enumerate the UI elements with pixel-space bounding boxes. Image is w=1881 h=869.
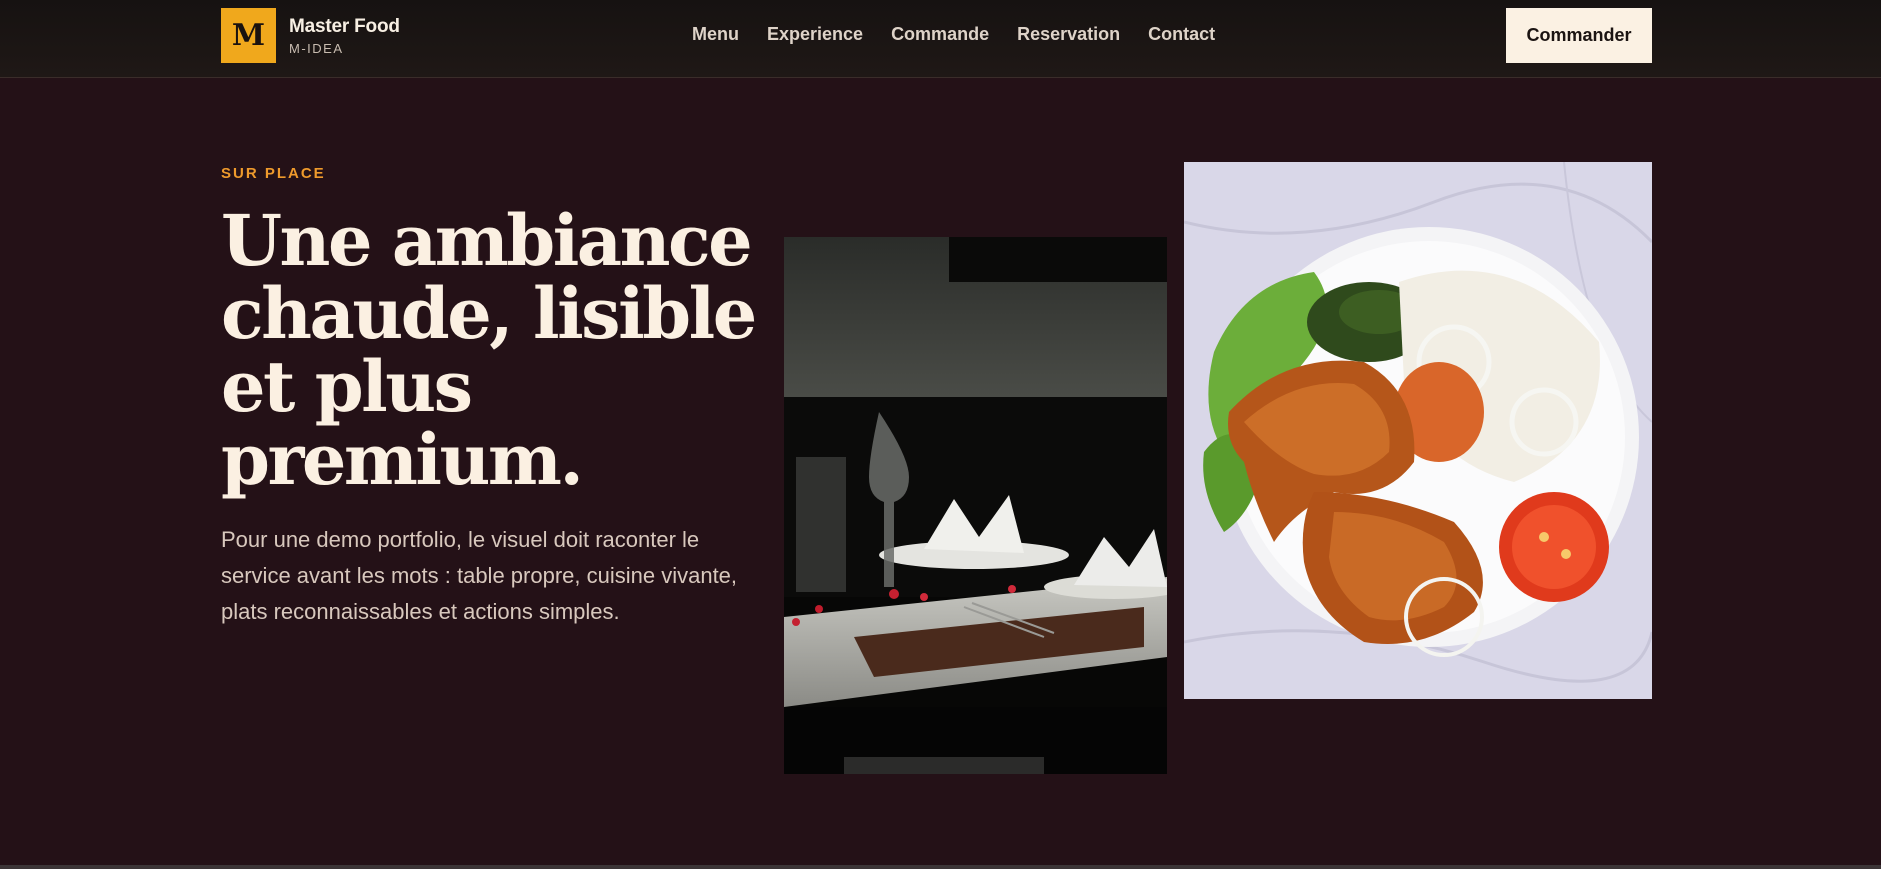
site-header: M Master Food M-IDEA Menu Experience Com…: [0, 0, 1881, 78]
brand-name: Master Food: [289, 15, 400, 37]
brand-subtitle: M-IDEA: [289, 40, 344, 56]
restaurant-table-photo: [784, 237, 1167, 774]
main-nav: Menu Experience Commande Reservation Con…: [692, 24, 1243, 45]
brand[interactable]: M Master Food M-IDEA: [221, 8, 400, 63]
fried-chicken-dish-photo: [1184, 162, 1652, 699]
nav-item-contact[interactable]: Contact: [1148, 24, 1215, 45]
nav-item-reservation[interactable]: Reservation: [1017, 24, 1120, 45]
hero-headline: Une ambiance chaude, lisible et plus pre…: [221, 199, 757, 501]
nav-item-experience[interactable]: Experience: [767, 24, 863, 45]
nav-item-menu[interactable]: Menu: [692, 24, 739, 45]
section-divider: [0, 865, 1881, 869]
logo-icon: M: [221, 8, 276, 63]
commander-button[interactable]: Commander: [1506, 8, 1652, 63]
nav-item-commande[interactable]: Commande: [891, 24, 989, 45]
brand-text: Master Food M-IDEA: [289, 16, 400, 56]
hero-eyebrow: SUR PLACE: [221, 165, 326, 182]
hero-lead: Pour une demo portfolio, le visuel doit …: [221, 527, 738, 624]
